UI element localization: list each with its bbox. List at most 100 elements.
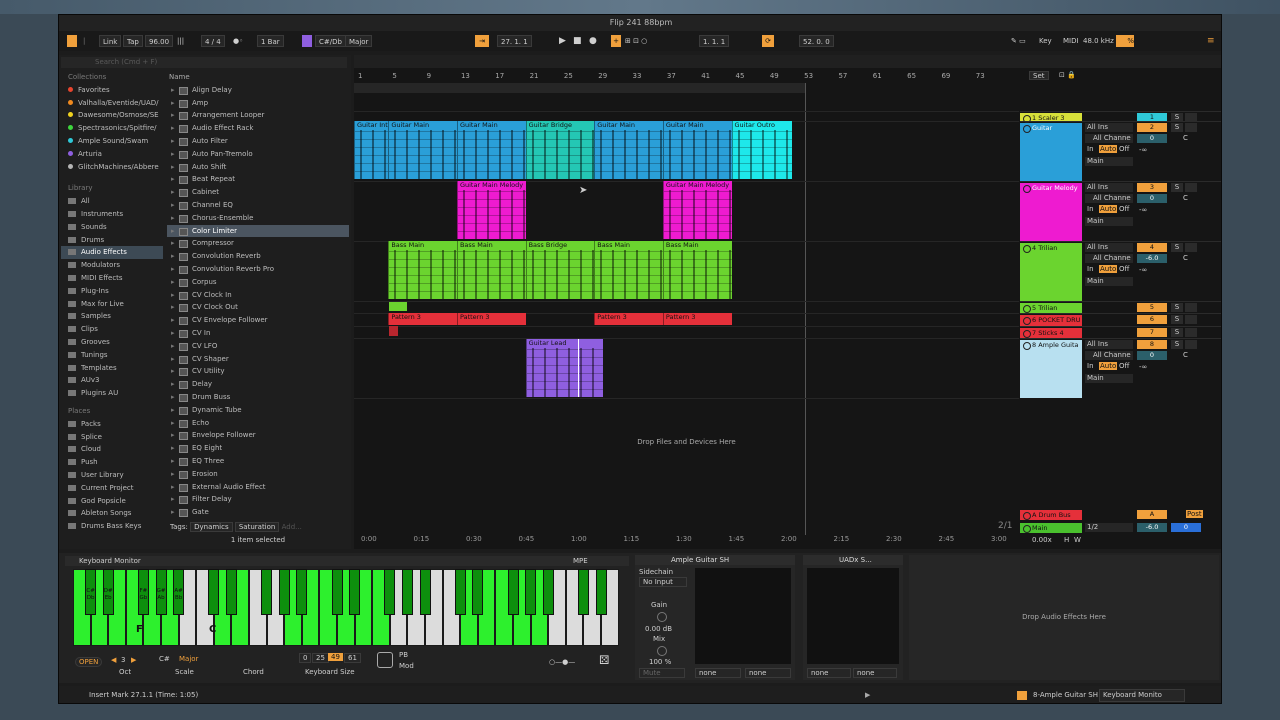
places-item-drums-bass-keys[interactable]: Drums Bass Keys	[61, 520, 163, 533]
black-key[interactable]: A# Bb	[173, 569, 185, 615]
clip-bass-main[interactable]: Bass Main	[594, 241, 663, 299]
browser-item[interactable]: Compressor	[167, 237, 349, 250]
draw-mode-icon[interactable]: ✎ ▭	[1011, 35, 1026, 47]
black-key[interactable]	[401, 569, 413, 615]
places-item-cloud[interactable]: Cloud	[61, 443, 163, 456]
monitor-off[interactable]: Off	[1119, 145, 1129, 153]
places-item-splice[interactable]: Splice	[61, 431, 163, 444]
sustain-pedal-icon[interactable]	[377, 652, 393, 668]
library-item-midi-effects[interactable]: MIDI Effects	[61, 272, 163, 285]
track-header-6[interactable]: 6 POCKET DRU 6 S	[1020, 313, 1221, 326]
library-item-all[interactable]: All	[61, 195, 163, 208]
mode-select[interactable]: Major	[179, 655, 198, 663]
main-track[interactable]: Main 1/2 -6.0 0	[1020, 522, 1221, 533]
tempo-field[interactable]: 96.00	[145, 35, 174, 47]
library-item-templates[interactable]: Templates	[61, 362, 163, 375]
input-type-select[interactable]: All Ins	[1085, 123, 1133, 132]
mini-clip[interactable]	[389, 326, 398, 336]
library-item-auv3[interactable]: AUv3	[61, 374, 163, 387]
places-item-push[interactable]: Push	[61, 456, 163, 469]
browser-item[interactable]: Cabinet	[167, 186, 349, 199]
black-key[interactable]	[525, 569, 537, 615]
browser-item[interactable]: Amp	[167, 97, 349, 110]
zoom-field[interactable]: 0.00x	[1032, 536, 1052, 544]
amp-output-select-1[interactable]: none	[695, 668, 741, 678]
browser-item[interactable]: Arrangement Looper	[167, 109, 349, 122]
browser-item[interactable]: Gate	[167, 506, 349, 519]
gain-knob[interactable]	[657, 612, 667, 622]
link-button[interactable]: Link	[99, 35, 122, 47]
pan-field[interactable]: C	[1183, 254, 1188, 262]
track-lane[interactable]	[354, 326, 1019, 338]
status-device[interactable]: Keyboard Monito	[1099, 689, 1185, 702]
output-select[interactable]: Main	[1085, 374, 1133, 383]
input-channel-select[interactable]: All Channe	[1085, 194, 1133, 203]
clip-guitar-outro[interactable]: Guitar Outro	[731, 121, 792, 179]
octave-up-icon[interactable]: ▶	[131, 656, 136, 664]
browser-item[interactable]: Auto Filter	[167, 135, 349, 148]
input-type-select[interactable]: All Ins	[1085, 183, 1133, 192]
dice-icon[interactable]: ⚄	[599, 653, 609, 667]
places-item-god-popsicle[interactable]: God Popsicle	[61, 495, 163, 508]
pan-field[interactable]: C	[1183, 134, 1188, 142]
arm-button-icon[interactable]	[1185, 303, 1197, 312]
track-header-1[interactable]: 1 Scaler 31S	[1020, 111, 1221, 123]
library-item-plug-ins[interactable]: Plug-Ins	[61, 285, 163, 298]
places-item-user-library[interactable]: User Library	[61, 469, 163, 482]
return-letter[interactable]: A	[1137, 510, 1167, 519]
automation-arm-icon[interactable]: ⊞ ⊡ ○	[625, 35, 647, 47]
volume-field[interactable]: 0	[1137, 134, 1167, 143]
key-select[interactable]: C#/Db	[315, 35, 346, 47]
main-output[interactable]: 1/2	[1085, 523, 1133, 532]
arm-button-icon[interactable]	[1185, 340, 1197, 349]
library-item-plugins-au[interactable]: Plugins AU	[61, 387, 163, 400]
clip-pattern-3[interactable]: Pattern 3	[388, 313, 457, 325]
black-key[interactable]	[225, 569, 237, 615]
track-lane[interactable]	[354, 301, 1019, 313]
uadx-output-select-1[interactable]: none	[807, 668, 851, 678]
uadx-output-select-2[interactable]: none	[853, 668, 897, 678]
black-key[interactable]	[542, 569, 554, 615]
solo-button[interactable]: S	[1171, 328, 1183, 337]
track-number[interactable]: 8	[1137, 340, 1167, 349]
mini-clip[interactable]	[389, 302, 407, 311]
clip-bass-main[interactable]: Bass Main	[456, 241, 526, 299]
library-item-sounds[interactable]: Sounds	[61, 221, 163, 234]
places-item-current-project[interactable]: Current Project	[61, 482, 163, 495]
record-icon[interactable]: ●	[589, 35, 597, 47]
monitor-auto[interactable]: Auto	[1099, 145, 1118, 153]
octave-down-icon[interactable]: ◀	[111, 656, 116, 664]
browser-item[interactable]: Audio Effect Rack	[167, 122, 349, 135]
w-button[interactable]: W	[1074, 536, 1081, 544]
black-key[interactable]: C# Db	[85, 569, 97, 615]
browser-item[interactable]: Drum Buss	[167, 391, 349, 404]
loop-icon[interactable]: ⟳	[762, 35, 774, 47]
clip-guitar-main[interactable]: Guitar Main	[456, 121, 526, 179]
black-key[interactable]	[472, 569, 484, 615]
browser-item[interactable]: CV Utility	[167, 365, 349, 378]
input-channel-select[interactable]: All Channe	[1085, 254, 1133, 263]
solo-button[interactable]: S	[1171, 123, 1183, 132]
overdub-icon[interactable]: +	[611, 35, 621, 47]
scale-select[interactable]: Major	[345, 35, 373, 47]
library-item-modulators[interactable]: Modulators	[61, 259, 163, 272]
name-column-header[interactable]: Name	[167, 71, 349, 84]
scale-icon[interactable]	[302, 35, 312, 47]
clip-guitar-main[interactable]: Guitar Main	[388, 121, 457, 179]
black-key[interactable]	[261, 569, 273, 615]
black-key[interactable]: F# Gb	[137, 569, 149, 615]
size-25[interactable]: 25	[312, 653, 329, 663]
main-volume[interactable]: -6.0	[1137, 523, 1167, 532]
places-item-packs[interactable]: Packs	[61, 418, 163, 431]
set-button[interactable]: Set	[1029, 71, 1049, 80]
track-number[interactable]: 6	[1137, 315, 1167, 324]
browser-item[interactable]: Convolution Reverb	[167, 250, 349, 263]
library-item-max-for-live[interactable]: Max for Live	[61, 298, 163, 311]
search-input[interactable]: Search (Cmd + F)	[61, 57, 347, 68]
status-play-icon[interactable]: ▶	[865, 686, 870, 703]
arm-button-icon[interactable]	[1185, 123, 1197, 132]
amp-output-select-2[interactable]: none	[745, 668, 791, 678]
black-key[interactable]	[208, 569, 220, 615]
track-name[interactable]: Guitar Melody	[1020, 183, 1082, 193]
browser-item[interactable]: Beat Repeat	[167, 173, 349, 186]
